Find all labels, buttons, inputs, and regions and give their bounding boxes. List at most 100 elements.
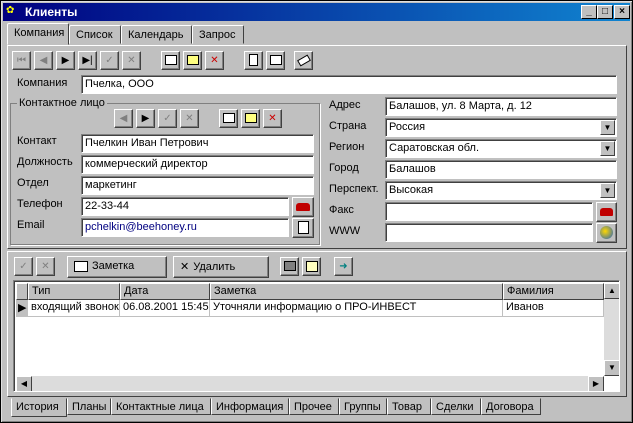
last-record-button[interactable]: ▶| [78, 51, 97, 70]
contact-prior-button[interactable]: ◀ [114, 109, 133, 128]
region-value: Саратовская обл. [389, 142, 480, 154]
cell-note[interactable]: Уточняли информацию о ПРО-ИНВЕСТ [210, 300, 503, 317]
notes-report-button[interactable] [302, 257, 321, 276]
envelope-icon [297, 221, 309, 234]
eraser-icon [296, 54, 311, 67]
position-field[interactable]: коммерческий директор [81, 155, 314, 174]
fax-field[interactable] [385, 202, 593, 221]
tab-contacts[interactable]: Контактные лица [111, 398, 211, 415]
maximize-button[interactable]: □ [597, 5, 613, 19]
prospect-select[interactable]: Высокая ▼ [385, 181, 617, 200]
check-icon: ✓ [105, 55, 114, 66]
address-field[interactable]: Балашов, ул. 8 Марта, д. 12 [385, 97, 617, 116]
delete-card-icon: ✕ [268, 113, 277, 124]
tab-list[interactable]: Список [69, 25, 121, 44]
company-label: Компания [17, 77, 68, 89]
phone-label: Телефон [17, 198, 63, 210]
cell-type[interactable]: входящий звонок [28, 300, 120, 317]
app-icon: ✿ [6, 5, 15, 16]
www-field[interactable] [385, 223, 593, 242]
notes-go-button[interactable]: ➜ [334, 257, 353, 276]
contact-post-button[interactable]: ✓ [158, 109, 177, 128]
scroll-right-icon[interactable]: ▶ [588, 376, 604, 391]
dial-phone-button[interactable] [292, 197, 314, 217]
notes-post-button[interactable]: ✓ [14, 257, 33, 276]
phone-field[interactable]: 22-33-44 [81, 197, 289, 216]
company-field[interactable]: Пчелка, ООО [81, 75, 617, 94]
scroll-left-icon[interactable]: ◀ [16, 376, 32, 391]
address-label: Адрес [329, 99, 361, 111]
close-button[interactable]: × [614, 5, 630, 19]
prior-record-button[interactable]: ◀ [34, 51, 53, 70]
next-record-button[interactable]: ▶ [56, 51, 75, 70]
tab-plans[interactable]: Планы [67, 398, 111, 415]
email-field[interactable]: pchelkin@beehoney.ru [81, 218, 289, 237]
tab-history[interactable]: История [11, 398, 67, 417]
open-website-button[interactable] [596, 223, 617, 243]
contact-find-button[interactable] [241, 109, 260, 128]
column-header-date[interactable]: Дата [120, 283, 210, 300]
tab-goods[interactable]: Товар [387, 398, 431, 415]
dropdown-arrow-icon[interactable]: ▼ [600, 120, 615, 135]
department-label: Отдел [17, 177, 49, 189]
post-button[interactable]: ✓ [100, 51, 119, 70]
notes-cancel-button[interactable]: ✕ [36, 257, 55, 276]
find-card-button[interactable] [183, 51, 202, 70]
book-button[interactable] [266, 51, 285, 70]
contact-group-title: Контактное лицо [17, 97, 107, 109]
fax-icon [600, 208, 613, 216]
contact-delete-button[interactable]: ✕ [263, 109, 282, 128]
region-select[interactable]: Саратовская обл. ▼ [385, 139, 617, 158]
column-header-type[interactable]: Тип [28, 283, 120, 300]
row-indicator-header [16, 283, 28, 300]
card-icon [164, 55, 177, 65]
notes-filter-button[interactable] [280, 257, 299, 276]
prev-icon: ◀ [39, 55, 48, 66]
eraser-button[interactable] [294, 51, 313, 70]
contact-cancel-button[interactable]: ✕ [180, 109, 199, 128]
position-label: Должность [17, 156, 73, 168]
fax-label: Факс [329, 204, 354, 216]
tab-calendar[interactable]: Календарь [121, 25, 192, 44]
card-button[interactable] [161, 51, 180, 70]
contact-field[interactable]: Пчелкин Иван Петрович [81, 134, 314, 153]
tab-information[interactable]: Информация [211, 398, 289, 415]
city-field[interactable]: Балашов [385, 160, 617, 179]
scroll-down-icon[interactable]: ▼ [604, 360, 619, 376]
delete-note-button[interactable]: ✕ Удалить [173, 256, 269, 278]
next-icon: ▶ [141, 113, 150, 124]
tab-deals[interactable]: Сделки [431, 398, 481, 415]
scroll-up-icon[interactable]: ▲ [604, 283, 619, 299]
country-select[interactable]: Россия ▼ [385, 118, 617, 137]
book-icon [269, 55, 282, 65]
contact-next-button[interactable]: ▶ [136, 109, 155, 128]
tab-groups[interactable]: Группы [339, 398, 387, 415]
cancel-button[interactable]: ✕ [122, 51, 141, 70]
report-icon [305, 261, 318, 272]
minimize-button[interactable]: _ [581, 5, 597, 19]
contact-label: Контакт [17, 135, 57, 147]
find-card-icon [186, 55, 199, 65]
contact-card-button[interactable] [219, 109, 238, 128]
tab-query[interactable]: Запрос [192, 25, 244, 44]
department-field[interactable]: маркетинг [81, 176, 314, 195]
cell-surname[interactable]: Иванов [503, 300, 604, 317]
send-fax-button[interactable] [596, 202, 617, 222]
tab-other[interactable]: Прочее [289, 398, 339, 415]
tab-contracts[interactable]: Договора [481, 398, 541, 415]
first-record-button[interactable]: ⏮ [12, 51, 31, 70]
horizontal-scrollbar[interactable] [16, 376, 604, 391]
add-note-button[interactable]: Заметка [67, 256, 167, 278]
dropdown-arrow-icon[interactable]: ▼ [600, 183, 615, 198]
document-button[interactable] [244, 51, 263, 70]
column-header-note[interactable]: Заметка [210, 283, 503, 300]
column-header-surname[interactable]: Фамилия [503, 283, 604, 300]
phone-icon [296, 203, 310, 211]
card-icon [222, 113, 235, 123]
send-email-button[interactable] [292, 218, 314, 238]
dropdown-arrow-icon[interactable]: ▼ [600, 141, 615, 156]
delete-note-label: Удалить [193, 261, 236, 273]
cell-date[interactable]: 06.08.2001 15:45 [120, 300, 210, 317]
delete-card-button[interactable]: ✕ [205, 51, 224, 70]
tab-company[interactable]: Компания [7, 23, 69, 45]
